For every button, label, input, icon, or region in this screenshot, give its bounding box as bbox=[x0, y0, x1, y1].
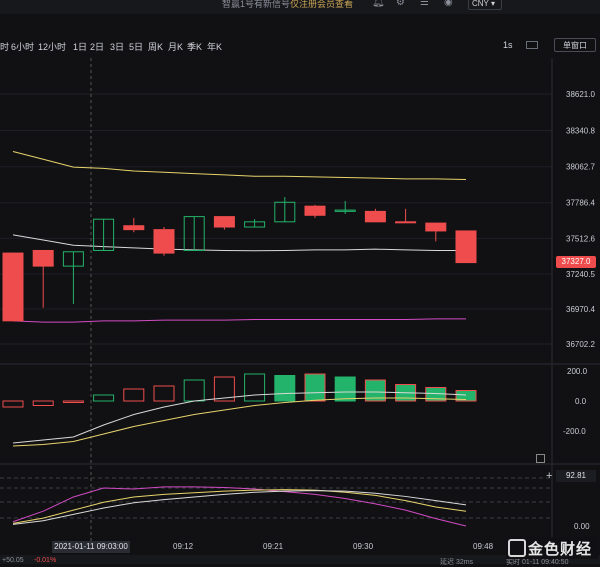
single-window-button[interactable]: 单窗口 bbox=[554, 38, 596, 52]
price-axis-label: 36702.2 bbox=[566, 340, 595, 349]
ma-middle-line bbox=[12, 234, 466, 252]
currency-label: CNY bbox=[472, 0, 489, 8]
bell-icon[interactable]: 🔔︎ bbox=[372, 0, 385, 8]
volume-bar bbox=[93, 394, 115, 402]
volume-bar bbox=[334, 376, 356, 402]
gear-icon[interactable]: ⚙ bbox=[396, 0, 405, 8]
candle-body bbox=[364, 210, 386, 223]
volume-axis-label: -200.0 bbox=[563, 427, 586, 436]
tf-quarter[interactable]: 季K bbox=[187, 40, 202, 53]
price-axis-label: 37786.4 bbox=[566, 199, 595, 208]
cursor-time-label: 2021-01-11 09:03:00 bbox=[52, 541, 130, 553]
tf-month[interactable]: 月K bbox=[168, 40, 183, 53]
time-axis-label: 09:12 bbox=[173, 542, 194, 551]
volume-bar bbox=[32, 400, 54, 406]
ma-lower-line bbox=[12, 318, 466, 323]
candle-body bbox=[153, 229, 175, 254]
signal-link[interactable]: 仅注册会员查看 bbox=[290, 0, 353, 10]
candle-body bbox=[455, 230, 477, 264]
price-axis-label: 36970.4 bbox=[566, 305, 595, 314]
candle-body bbox=[304, 205, 326, 216]
tf-12h[interactable]: 12小时 bbox=[38, 40, 66, 53]
tf-6h[interactable]: 6小时 bbox=[11, 40, 34, 53]
tf-3d[interactable]: 3日 bbox=[110, 40, 124, 53]
indicator-j-line bbox=[12, 490, 467, 525]
ma-upper-line bbox=[12, 150, 467, 180]
logo-mark-icon bbox=[508, 539, 526, 557]
currency-select[interactable]: CNY ▾ bbox=[468, 0, 502, 10]
candle-body bbox=[2, 252, 24, 322]
current-price-tag: 37327.0 bbox=[556, 256, 596, 268]
candle-body bbox=[425, 222, 447, 232]
price-axis-label: 37240.5 bbox=[566, 270, 595, 279]
price-axis-label: 38062.7 bbox=[566, 163, 595, 172]
candle-body bbox=[395, 221, 417, 224]
volume-bar bbox=[153, 385, 175, 402]
tf-2d[interactable]: 2日 bbox=[90, 40, 104, 53]
volume-bar bbox=[2, 400, 24, 408]
candle-body bbox=[123, 225, 145, 231]
time-axis-label: 09:48 bbox=[473, 542, 494, 551]
volume-bar bbox=[274, 375, 296, 402]
tf-5d[interactable]: 5日 bbox=[129, 40, 143, 53]
jinse-logo: 金色财经 bbox=[506, 537, 598, 559]
fullscreen-icon[interactable] bbox=[526, 41, 538, 49]
status-change: +50.05 bbox=[2, 557, 24, 564]
indicator-axis-label: 0.00 bbox=[574, 522, 590, 531]
candle-body bbox=[32, 249, 54, 267]
add-indicator-icon[interactable]: + bbox=[546, 470, 552, 482]
candle-body bbox=[213, 216, 235, 228]
shirt-icon[interactable]: ☰ bbox=[420, 0, 429, 8]
volume-axis-label: 200.0 bbox=[567, 367, 588, 376]
volume-ma2-line bbox=[12, 397, 467, 447]
indicator-value-tag: 92.81 bbox=[556, 470, 596, 482]
price-axis-label: 37512.6 bbox=[566, 234, 595, 243]
volume-bar bbox=[123, 388, 145, 402]
volume-bar bbox=[183, 379, 205, 402]
logo-text: 金色财经 bbox=[528, 541, 593, 558]
signal-text: 智赢1号有新信号 bbox=[222, 0, 291, 9]
volume-axis-label: 0.0 bbox=[575, 397, 587, 406]
tf-hour[interactable]: 时 bbox=[0, 40, 9, 53]
top-bar: 智赢1号有新信号 仅注册会员查看 🔔︎ ⚙ ☰ ◉ CNY ▾ bbox=[0, 0, 600, 14]
expand-icon[interactable] bbox=[536, 454, 545, 463]
timeframe-toolbar: 时 6小时 12小时 1日 2日 3日 5日 周K 月K 季K 年K 1s 单窗… bbox=[0, 36, 600, 56]
price-axis-label: 38340.8 bbox=[566, 127, 595, 136]
volume-bar bbox=[244, 373, 266, 402]
status-percent: -0.01% bbox=[34, 557, 57, 564]
price-axis-label: 38621.0 bbox=[566, 90, 595, 99]
volume-bar bbox=[62, 400, 84, 403]
tf-1d[interactable]: 1日 bbox=[73, 40, 87, 53]
globe-icon[interactable]: ◉ bbox=[444, 0, 453, 8]
tf-year[interactable]: 年K bbox=[207, 40, 222, 53]
time-axis-label: 09:21 bbox=[263, 542, 284, 551]
refresh-rate[interactable]: 1s bbox=[503, 40, 513, 50]
status-latency: 延迟 32ms bbox=[440, 559, 474, 566]
volume-bar bbox=[304, 373, 326, 402]
tf-week[interactable]: 周K bbox=[148, 40, 163, 53]
time-axis-label: 09:30 bbox=[353, 542, 374, 551]
price-chart[interactable]: 38621.0 38340.8 38062.7 37786.4 37512.6 37240… bbox=[0, 58, 600, 555]
